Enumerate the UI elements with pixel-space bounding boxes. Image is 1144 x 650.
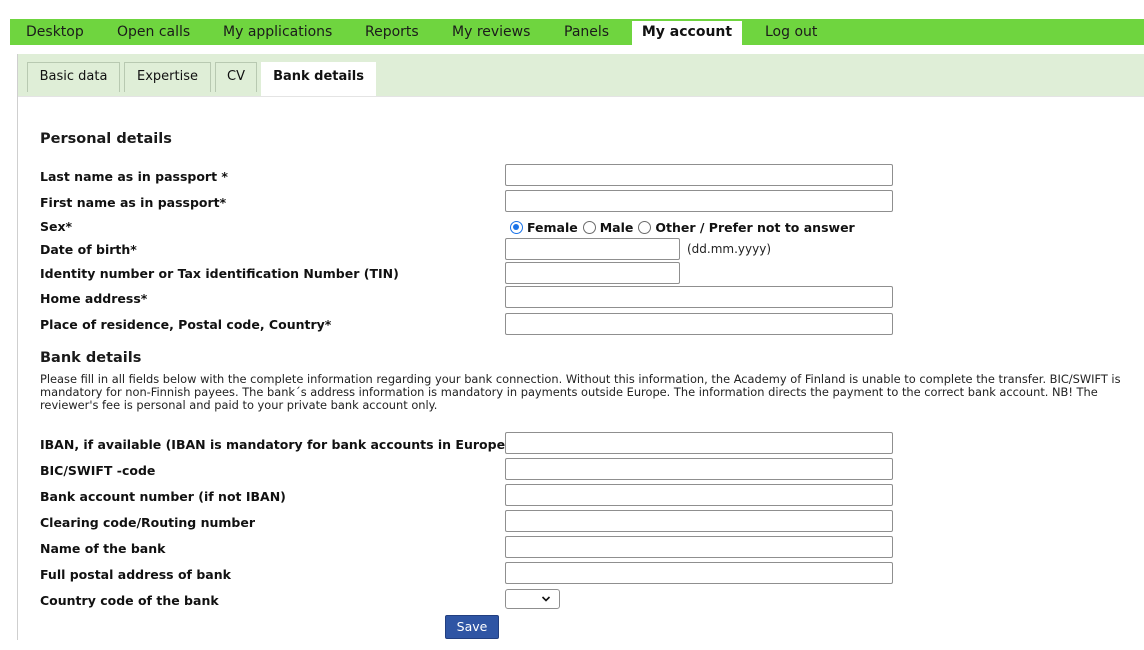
nav-my-applications[interactable]: My applications (223, 19, 332, 45)
bank-details-heading: Bank details (40, 350, 142, 366)
account-number-label: Bank account number (if not IBAN) (40, 489, 286, 504)
bic-label: BIC/SWIFT -code (40, 463, 156, 478)
nav-open-calls[interactable]: Open calls (117, 19, 190, 45)
radio-other-label: Other / Prefer not to answer (655, 220, 855, 235)
chevron-down-icon (541, 591, 551, 610)
sex-radio-group: Female Male Other / Prefer not to answer (510, 220, 860, 235)
radio-female-label: Female (527, 220, 578, 235)
clearing-code-label: Clearing code/Routing number (40, 515, 255, 530)
residence-label: Place of residence, Postal code, Country… (40, 317, 332, 332)
radio-other[interactable] (638, 221, 652, 234)
radio-male-label: Male (599, 220, 634, 235)
main-navigation: Desktop Open calls My applications Repor… (10, 19, 1144, 45)
last-name-label: Last name as in passport * (40, 169, 228, 184)
tab-cv[interactable]: CV (215, 62, 257, 92)
tab-bank-details[interactable]: Bank details (261, 62, 376, 96)
bic-input[interactable] (505, 458, 893, 480)
iban-label: IBAN, if available (IBAN is mandatory fo… (40, 437, 511, 452)
first-name-label: First name as in passport* (40, 195, 227, 210)
bank-name-input[interactable] (505, 536, 893, 558)
last-name-input[interactable] (505, 164, 893, 186)
sex-label: Sex* (40, 219, 73, 234)
bank-info-text: Please fill in all fields below with the… (40, 372, 1121, 412)
dob-input[interactable] (505, 238, 680, 260)
tin-label: Identity number or Tax identification Nu… (40, 266, 399, 281)
radio-female[interactable] (510, 221, 523, 234)
bank-address-label: Full postal address of bank (40, 567, 231, 582)
country-code-label: Country code of the bank (40, 593, 219, 608)
home-address-label: Home address* (40, 291, 148, 306)
nav-my-account[interactable]: My account (632, 21, 742, 45)
account-number-input[interactable] (505, 484, 893, 506)
nav-panels[interactable]: Panels (564, 19, 609, 45)
sex-option-female[interactable]: Female (510, 220, 578, 235)
bank-address-input[interactable] (505, 562, 893, 584)
radio-male[interactable] (582, 221, 596, 234)
sex-option-male[interactable]: Male (582, 220, 634, 235)
iban-input[interactable] (505, 432, 893, 454)
sex-option-other[interactable]: Other / Prefer not to answer (638, 220, 855, 235)
content-frame-border (17, 54, 18, 640)
content-divider (18, 96, 1144, 97)
dob-format-hint: (dd.mm.yyyy) (687, 242, 772, 256)
residence-input[interactable] (505, 313, 893, 335)
country-code-select[interactable] (505, 589, 560, 609)
tab-expertise[interactable]: Expertise (124, 62, 211, 92)
clearing-code-input[interactable] (505, 510, 893, 532)
nav-desktop[interactable]: Desktop (26, 19, 84, 45)
first-name-input[interactable] (505, 190, 893, 212)
nav-log-out[interactable]: Log out (765, 19, 817, 45)
tin-input[interactable] (505, 262, 680, 284)
personal-details-heading: Personal details (40, 131, 172, 147)
nav-reports[interactable]: Reports (365, 19, 419, 45)
account-subtabs: Basic data Expertise CV Bank details (18, 54, 1144, 96)
dob-label: Date of birth* (40, 242, 137, 257)
bank-name-label: Name of the bank (40, 541, 166, 556)
home-address-input[interactable] (505, 286, 893, 308)
tab-basic-data[interactable]: Basic data (27, 62, 120, 92)
nav-my-reviews[interactable]: My reviews (452, 19, 530, 45)
save-button[interactable]: Save (445, 615, 499, 639)
